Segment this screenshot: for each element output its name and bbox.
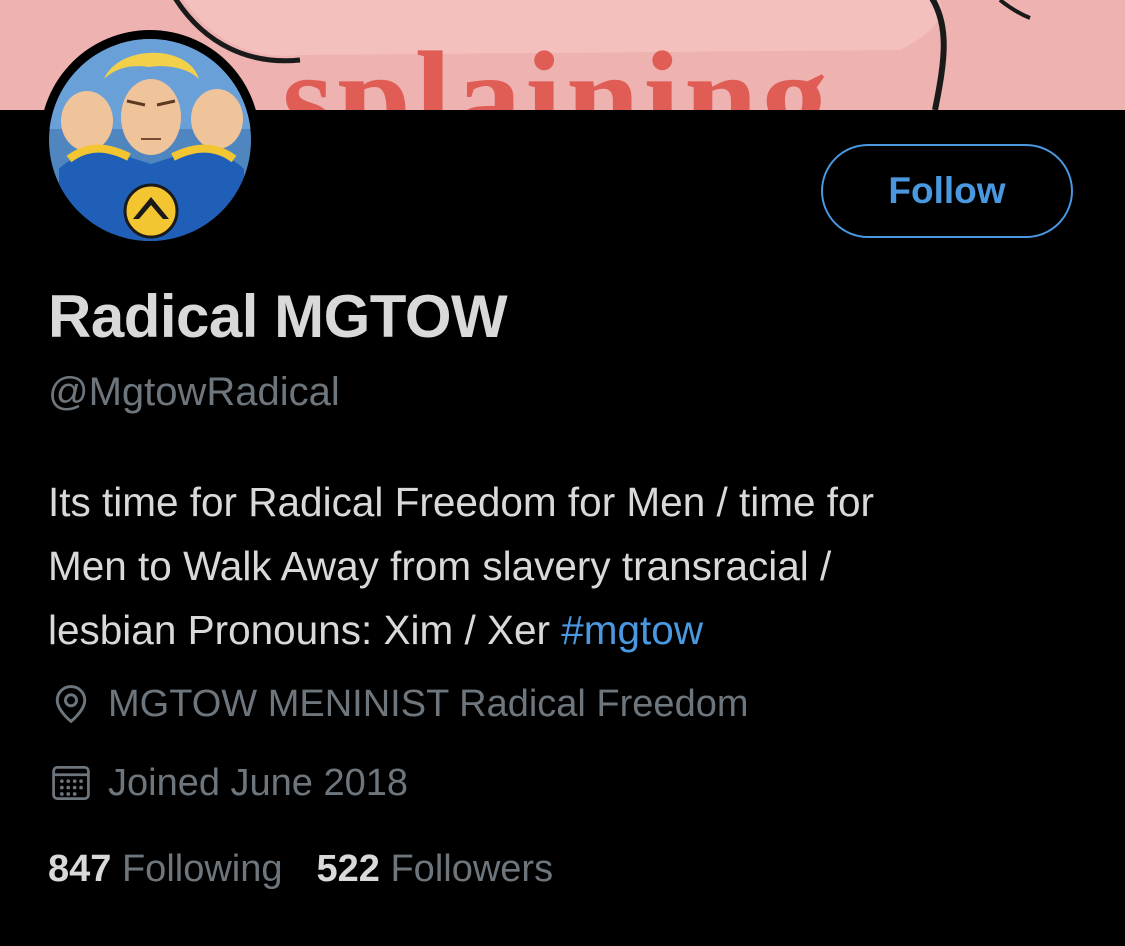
follow-button[interactable]: Follow bbox=[821, 144, 1073, 238]
banner-text: splaining bbox=[282, 24, 832, 110]
user-handle: @MgtowRadical bbox=[48, 370, 340, 414]
following-label: Following bbox=[121, 848, 283, 890]
followers-count: 522 bbox=[316, 848, 380, 890]
following-stat[interactable]: 847 Following bbox=[48, 848, 283, 891]
joined-row: Joined June 2018 bbox=[48, 760, 408, 806]
location-text: MGTOW MENINIST Radical Freedom bbox=[108, 682, 749, 725]
followers-stat[interactable]: 522 Followers bbox=[317, 848, 554, 891]
bio-line-3: lesbian Pronouns: Xim / Xer #mgtow bbox=[48, 598, 1088, 662]
joined-text: Joined June 2018 bbox=[108, 761, 409, 804]
follow-stats: 847 Following 522 Followers bbox=[48, 848, 587, 891]
location-row: MGTOW MENINIST Radical Freedom bbox=[48, 681, 749, 727]
followers-label: Followers bbox=[390, 848, 554, 890]
profile-bio: Its time for Radical Freedom for Men / t… bbox=[48, 470, 1088, 662]
location-pin-icon bbox=[48, 681, 94, 727]
avatar[interactable] bbox=[40, 30, 260, 250]
display-name: Radical MGTOW bbox=[48, 283, 508, 350]
calendar-icon bbox=[48, 760, 94, 806]
bio-line-3-text: lesbian Pronouns: Xim / Xer bbox=[48, 607, 562, 653]
following-count: 847 bbox=[48, 848, 112, 890]
bio-line-1: Its time for Radical Freedom for Men / t… bbox=[48, 479, 874, 525]
hashtag-link[interactable]: #mgtow bbox=[561, 607, 703, 653]
avatar-image bbox=[49, 39, 251, 241]
bio-line-2: Men to Walk Away from slavery transracia… bbox=[48, 543, 832, 589]
